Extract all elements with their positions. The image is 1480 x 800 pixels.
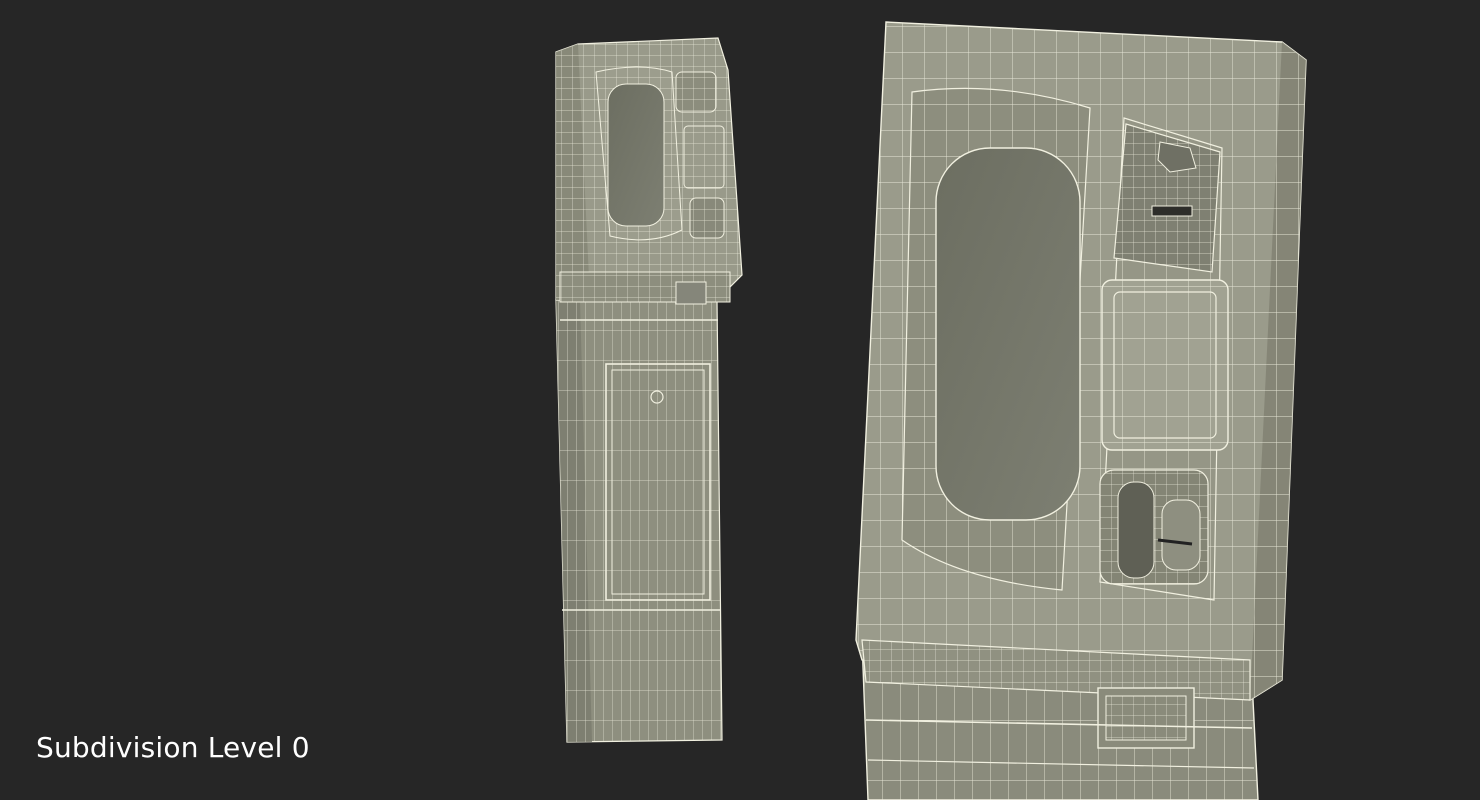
subdivision-level-caption: Subdivision Level 0 xyxy=(36,731,310,764)
large-kiosk-model xyxy=(855,21,1307,800)
small-kiosk-model xyxy=(555,37,743,743)
render-viewport: Subdivision Level 0 xyxy=(0,0,1480,800)
wireframe-scene xyxy=(555,21,1307,800)
